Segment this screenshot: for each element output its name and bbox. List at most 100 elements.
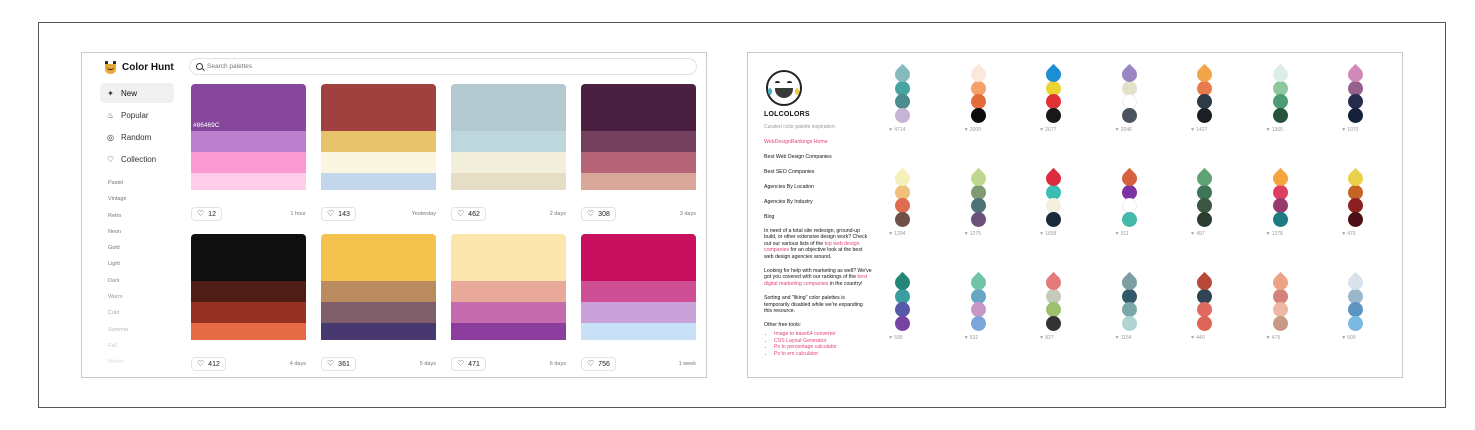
color-dot[interactable]: [895, 198, 910, 213]
color-swatch[interactable]: [321, 131, 436, 152]
drop-palette[interactable]: ♥ 1378: [1267, 167, 1291, 237]
color-swatch[interactable]: [581, 302, 696, 323]
like-button[interactable]: ♡ 756: [581, 357, 616, 371]
color-dot[interactable]: [970, 302, 986, 317]
tag-dark[interactable]: Dark: [108, 275, 168, 291]
color-dot[interactable]: [1197, 107, 1212, 123]
color-drop[interactable]: [1118, 167, 1140, 190]
color-dot[interactable]: [1272, 94, 1288, 109]
like-counter[interactable]: ♥ 511: [1116, 231, 1140, 237]
like-counter[interactable]: ♥ 479: [1267, 335, 1291, 341]
palette[interactable]: [321, 234, 436, 350]
color-drop[interactable]: [891, 167, 914, 190]
like-counter[interactable]: ♥ 1070: [1342, 127, 1366, 133]
like-button[interactable]: ♡ 471: [451, 357, 486, 371]
like-counter[interactable]: ♥ 2009: [965, 127, 989, 133]
color-swatch[interactable]: [191, 173, 306, 190]
color-swatch[interactable]: [451, 302, 566, 323]
color-swatch[interactable]: #86469C: [191, 84, 306, 131]
color-swatch[interactable]: [321, 84, 436, 131]
color-swatch[interactable]: [321, 323, 436, 340]
drop-palette[interactable]: ♥ 1294: [889, 167, 914, 237]
tool-link[interactable]: Px to em calculator: [774, 351, 872, 357]
color-drop[interactable]: [1042, 63, 1065, 86]
color-dot[interactable]: [1272, 198, 1288, 213]
color-dot[interactable]: [895, 211, 910, 227]
lol-face-logo-icon[interactable]: [764, 69, 804, 109]
tag-light[interactable]: Light: [108, 258, 168, 274]
color-dot[interactable]: [1197, 302, 1212, 317]
color-drop[interactable]: [1118, 271, 1140, 294]
tag-vintage[interactable]: Vintage: [108, 193, 168, 209]
color-swatch[interactable]: [581, 131, 696, 152]
like-counter[interactable]: ♥ 632: [965, 335, 989, 341]
color-dot[interactable]: [970, 94, 986, 109]
like-button[interactable]: ♡ 462: [451, 207, 486, 221]
nav-link[interactable]: WebDesignRankings Home: [764, 139, 872, 145]
color-drop[interactable]: [1269, 271, 1291, 294]
tag-winter[interactable]: Winter: [108, 356, 168, 372]
color-drop[interactable]: [967, 63, 989, 86]
like-counter[interactable]: ♥ 1294: [889, 231, 913, 237]
drop-palette[interactable]: ♥ 1070: [1342, 63, 1367, 133]
like-button[interactable]: ♡ 361: [321, 357, 356, 371]
like-counter[interactable]: ♥ 440: [1191, 335, 1215, 341]
color-swatch[interactable]: [191, 131, 306, 152]
color-swatch[interactable]: [191, 281, 306, 302]
like-counter[interactable]: ♥ 595: [889, 335, 913, 341]
color-dot[interactable]: [1272, 211, 1288, 227]
color-dot[interactable]: [1348, 211, 1363, 227]
drop-palette[interactable]: ♥ 2677: [1040, 63, 1065, 133]
color-swatch[interactable]: [451, 281, 566, 302]
color-dot[interactable]: [1348, 315, 1363, 331]
color-drop[interactable]: [967, 167, 989, 190]
like-counter[interactable]: ♥ 827: [1040, 335, 1064, 341]
color-swatch[interactable]: [321, 281, 436, 302]
color-swatch[interactable]: [581, 173, 696, 190]
color-drop[interactable]: [1344, 271, 1367, 294]
nav-item-popular[interactable]: ♨ Popular: [100, 105, 174, 125]
nav-item-random[interactable]: ◎ Random: [100, 127, 174, 147]
colorhunt-logo[interactable]: Color Hunt: [104, 59, 174, 75]
like-counter[interactable]: ♥ 4714: [889, 127, 913, 133]
color-swatch[interactable]: [581, 323, 696, 340]
color-drop[interactable]: [1042, 271, 1065, 294]
color-swatch[interactable]: [321, 302, 436, 323]
color-dot[interactable]: [1197, 198, 1212, 213]
drop-palette[interactable]: ♥ 479: [1267, 271, 1291, 341]
color-drop[interactable]: [1118, 63, 1140, 86]
palette[interactable]: [581, 234, 696, 350]
tag-neon[interactable]: Neon: [108, 226, 168, 242]
like-counter[interactable]: ♥ 1275: [965, 231, 989, 237]
search-bar[interactable]: [189, 58, 697, 75]
color-dot[interactable]: [970, 211, 986, 227]
color-swatch[interactable]: [321, 173, 436, 190]
palette[interactable]: [451, 84, 566, 200]
drop-palette[interactable]: ♥ 440: [1191, 271, 1216, 341]
drop-palette[interactable]: ♥ 827: [1040, 271, 1065, 341]
color-dot[interactable]: [1197, 315, 1212, 331]
nav-link[interactable]: Agencies By Location: [764, 184, 872, 190]
like-counter[interactable]: ♥ 1427: [1191, 127, 1215, 133]
palette[interactable]: [321, 84, 436, 200]
like-counter[interactable]: ♥ 1154: [1116, 335, 1140, 341]
color-dot[interactable]: [1121, 315, 1137, 331]
tag-retro[interactable]: Retro: [108, 210, 168, 226]
like-counter[interactable]: ♥ 509: [1342, 335, 1366, 341]
tag-gold[interactable]: Gold: [108, 242, 168, 258]
color-dot[interactable]: [1046, 94, 1061, 109]
palette[interactable]: [191, 234, 306, 350]
drop-palette[interactable]: ♥ 595: [889, 271, 914, 341]
drop-palette[interactable]: ♥ 4714: [889, 63, 914, 133]
color-dot[interactable]: [1121, 302, 1137, 317]
like-counter[interactable]: ♥ 2677: [1040, 127, 1064, 133]
color-drop[interactable]: [891, 271, 914, 294]
color-swatch[interactable]: [581, 281, 696, 302]
palette[interactable]: #86469C: [191, 84, 306, 200]
color-dot[interactable]: [1348, 107, 1363, 123]
color-dot[interactable]: [1046, 315, 1061, 331]
like-counter[interactable]: ♥ 497: [1191, 231, 1215, 237]
like-button[interactable]: ♡ 308: [581, 207, 616, 221]
like-counter[interactable]: ♥ 1378: [1267, 231, 1291, 237]
like-button[interactable]: ♡ 412: [191, 357, 226, 371]
